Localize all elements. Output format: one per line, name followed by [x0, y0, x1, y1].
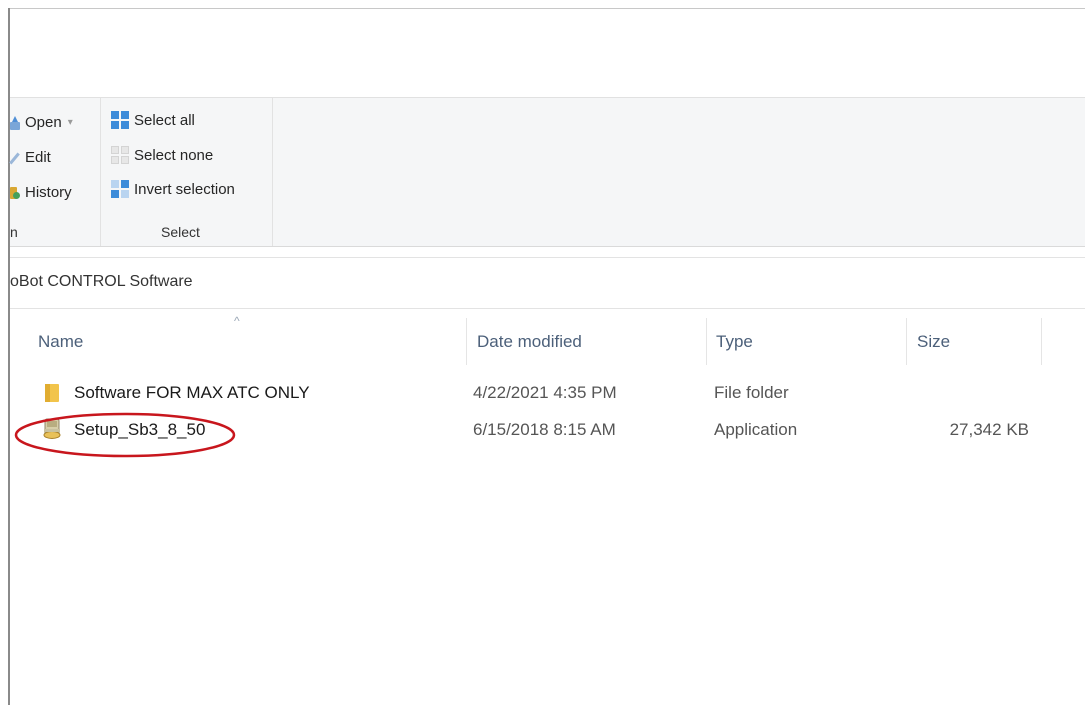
address-path[interactable]: oBot CONTROL Software	[10, 273, 193, 291]
invert-selection-button[interactable]: Invert selection	[111, 180, 235, 198]
column-header-size[interactable]: Size	[917, 332, 950, 352]
open-group-label: n	[10, 224, 18, 240]
file-type: Application	[714, 420, 798, 439]
column-header-type[interactable]: Type	[716, 332, 753, 352]
file-name: Setup_Sb3_8_50	[74, 420, 206, 439]
column-header-date-modified[interactable]: Date modified	[477, 332, 582, 352]
file-type: File folder	[714, 383, 789, 402]
open-label: Open	[25, 114, 62, 131]
column-divider[interactable]	[906, 318, 907, 365]
column-divider[interactable]	[1041, 318, 1042, 365]
file-row-setup[interactable]: Setup_Sb3_8_50 6/15/2018 8:15 AM Applica…	[10, 413, 1085, 447]
history-button[interactable]: History	[10, 184, 72, 201]
invert-selection-label: Invert selection	[134, 180, 235, 198]
ribbon: Open ▾ Edit History n Select all Select …	[10, 97, 1085, 247]
sort-ascending-icon: ^	[234, 314, 240, 328]
column-divider[interactable]	[466, 318, 467, 365]
folder-icon	[45, 384, 59, 402]
column-header-name[interactable]: Name	[38, 332, 83, 352]
file-row-folder[interactable]: Software FOR MAX ATC ONLY 4/22/2021 4:35…	[10, 376, 1085, 410]
chevron-down-icon[interactable]: ▾	[68, 117, 73, 128]
select-none-button[interactable]: Select none	[111, 146, 213, 164]
file-date-modified: 4/22/2021 4:35 PM	[473, 383, 617, 402]
window-top-border	[8, 8, 1085, 9]
file-name: Software FOR MAX ATC ONLY	[74, 383, 310, 402]
edit-icon	[10, 151, 20, 165]
edit-label: Edit	[25, 149, 51, 166]
file-list: ^ Name Date modified Type Size Software …	[10, 314, 1085, 705]
select-all-icon	[111, 111, 129, 129]
address-bar[interactable]: oBot CONTROL Software	[10, 257, 1085, 309]
select-group-label: Select	[161, 224, 200, 240]
invert-selection-icon	[111, 180, 129, 198]
select-none-icon	[111, 146, 129, 164]
column-divider[interactable]	[706, 318, 707, 365]
select-all-label: Select all	[134, 111, 195, 129]
file-explorer-window: Open ▾ Edit History n Select all Select …	[0, 0, 1085, 705]
select-none-label: Select none	[134, 146, 214, 164]
ribbon-group-open: Open ▾ Edit History n	[10, 98, 101, 246]
ribbon-group-select: Select all Select none Invert selection …	[101, 98, 273, 246]
file-size: 27,342 KB	[949, 420, 1029, 439]
column-header-row: ^ Name Date modified Type Size	[10, 314, 1085, 365]
history-label: History	[25, 184, 72, 201]
history-icon	[10, 186, 20, 200]
open-icon	[10, 115, 20, 130]
open-button[interactable]: Open ▾	[10, 114, 73, 131]
edit-button[interactable]: Edit	[10, 149, 51, 166]
installer-icon	[43, 418, 61, 439]
file-date-modified: 6/15/2018 8:15 AM	[473, 420, 616, 439]
select-all-button[interactable]: Select all	[111, 111, 195, 129]
